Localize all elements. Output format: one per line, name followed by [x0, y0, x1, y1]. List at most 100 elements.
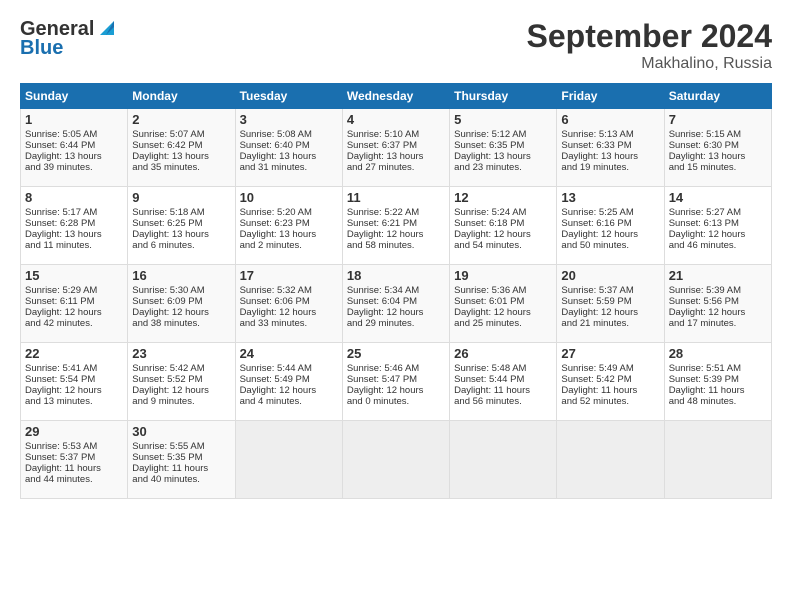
day-info: and 58 minutes. [347, 240, 445, 251]
day-info: Sunset: 5:42 PM [561, 374, 659, 385]
week-row-5: 29 Sunrise: 5:53 AMSunset: 5:37 PM Dayligh… [21, 421, 772, 499]
day-info: and 54 minutes. [454, 240, 552, 251]
day-number: 29 [25, 424, 123, 439]
day-info: and 38 minutes. [132, 318, 230, 329]
day-info: and 15 minutes. [669, 162, 767, 173]
day-info: Sunrise: 5:53 AM [25, 441, 123, 452]
calendar-cell: 7Sunrise: 5:15 AMSunset: 6:30 PMDaylight… [664, 109, 771, 187]
calendar-cell: 22Sunrise: 5:41 AMSunset: 5:54 PMDayligh… [21, 343, 128, 421]
day-number: 9 [132, 190, 230, 205]
day-info: and 2 minutes. [240, 240, 338, 251]
day-info: Daylight: 13 hours [561, 151, 659, 162]
day-info: and 44 minutes. [25, 474, 123, 485]
day-number: 24 [240, 346, 338, 361]
calendar-cell: 15Sunrise: 5:29 AMSunset: 6:11 PMDayligh… [21, 265, 128, 343]
day-info: Sunset: 6:23 PM [240, 218, 338, 229]
calendar-cell: 27Sunrise: 5:49 AMSunset: 5:42 PMDayligh… [557, 343, 664, 421]
day-info: Sunrise: 5:08 AM [240, 129, 338, 140]
month-title: September 2024 [527, 18, 772, 55]
day-info: Sunset: 5:52 PM [132, 374, 230, 385]
logo-blue: Blue [20, 37, 63, 60]
day-info: Daylight: 12 hours [347, 229, 445, 240]
day-info: Sunset: 6:42 PM [132, 140, 230, 151]
day-info: Sunrise: 5:41 AM [25, 363, 123, 374]
day-info: Sunrise: 5:27 AM [669, 207, 767, 218]
day-info: Sunrise: 5:49 AM [561, 363, 659, 374]
day-info: Sunrise: 5:17 AM [25, 207, 123, 218]
day-info: Sunrise: 5:07 AM [132, 129, 230, 140]
header: General Blue September 2024 Makhalino, R… [20, 18, 772, 73]
calendar-cell [557, 421, 664, 499]
day-info: Sunrise: 5:18 AM [132, 207, 230, 218]
calendar-cell: 11Sunrise: 5:22 AMSunset: 6:21 PMDayligh… [342, 187, 449, 265]
day-info: Sunset: 6:44 PM [25, 140, 123, 151]
day-info: Sunrise: 5:39 AM [669, 285, 767, 296]
day-info: Sunset: 6:33 PM [561, 140, 659, 151]
day-number: 12 [454, 190, 552, 205]
calendar-cell: 3Sunrise: 5:08 AMSunset: 6:40 PMDaylight… [235, 109, 342, 187]
day-number: 30 [132, 424, 230, 439]
day-info: Sunset: 6:09 PM [132, 296, 230, 307]
day-info: Sunset: 5:54 PM [25, 374, 123, 385]
day-info: Daylight: 11 hours [561, 385, 659, 396]
day-number: 10 [240, 190, 338, 205]
calendar-cell: 12Sunrise: 5:24 AMSunset: 6:18 PMDayligh… [450, 187, 557, 265]
day-info: Sunrise: 5:30 AM [132, 285, 230, 296]
day-info: Daylight: 11 hours [132, 463, 230, 474]
day-info: and 4 minutes. [240, 396, 338, 407]
calendar-cell: 25Sunrise: 5:46 AMSunset: 5:47 PMDayligh… [342, 343, 449, 421]
day-info: and 21 minutes. [561, 318, 659, 329]
day-info: Sunrise: 5:15 AM [669, 129, 767, 140]
col-header-thursday: Thursday [450, 84, 557, 109]
day-info: and 50 minutes. [561, 240, 659, 251]
day-info: Daylight: 12 hours [25, 385, 123, 396]
day-info: Sunrise: 5:34 AM [347, 285, 445, 296]
calendar-cell: 23Sunrise: 5:42 AMSunset: 5:52 PMDayligh… [128, 343, 235, 421]
day-info: Sunrise: 5:10 AM [347, 129, 445, 140]
col-header-monday: Monday [128, 84, 235, 109]
day-number: 21 [669, 268, 767, 283]
calendar-cell: 5Sunrise: 5:12 AMSunset: 6:35 PMDaylight… [450, 109, 557, 187]
day-number: 4 [347, 112, 445, 127]
day-info: and 48 minutes. [669, 396, 767, 407]
day-info: Sunset: 6:25 PM [132, 218, 230, 229]
day-info: Sunset: 6:37 PM [347, 140, 445, 151]
day-info: Sunset: 5:37 PM [25, 452, 123, 463]
calendar-cell: 19Sunrise: 5:36 AMSunset: 6:01 PMDayligh… [450, 265, 557, 343]
day-info: Daylight: 13 hours [25, 151, 123, 162]
day-info: Sunrise: 5:29 AM [25, 285, 123, 296]
day-info: Sunrise: 5:25 AM [561, 207, 659, 218]
day-info: Sunset: 6:13 PM [669, 218, 767, 229]
day-info: Sunset: 6:01 PM [454, 296, 552, 307]
day-info: Sunset: 6:28 PM [25, 218, 123, 229]
day-info: and 52 minutes. [561, 396, 659, 407]
logo-arrow-icon [96, 17, 118, 39]
calendar-cell: 24Sunrise: 5:44 AMSunset: 5:49 PMDayligh… [235, 343, 342, 421]
calendar-cell: 20Sunrise: 5:37 AMSunset: 5:59 PMDayligh… [557, 265, 664, 343]
calendar-cell: 30Sunrise: 5:55 AMSunset: 5:35 PMDayligh… [128, 421, 235, 499]
day-info: Sunrise: 5:05 AM [25, 129, 123, 140]
day-info: Sunset: 6:04 PM [347, 296, 445, 307]
day-number: 11 [347, 190, 445, 205]
week-row-3: 15Sunrise: 5:29 AMSunset: 6:11 PMDayligh… [21, 265, 772, 343]
day-info: Daylight: 13 hours [240, 229, 338, 240]
day-info: and 17 minutes. [669, 318, 767, 329]
day-info: Sunrise: 5:46 AM [347, 363, 445, 374]
day-info: and 39 minutes. [25, 162, 123, 173]
calendar-cell: 6Sunrise: 5:13 AMSunset: 6:33 PMDaylight… [557, 109, 664, 187]
day-info: Sunset: 6:16 PM [561, 218, 659, 229]
day-number: 3 [240, 112, 338, 127]
day-info: and 42 minutes. [25, 318, 123, 329]
day-info: Daylight: 12 hours [561, 307, 659, 318]
calendar-table: SundayMondayTuesdayWednesdayThursdayFrid… [20, 83, 772, 499]
day-info: Sunrise: 5:37 AM [561, 285, 659, 296]
calendar-cell [450, 421, 557, 499]
day-number: 14 [669, 190, 767, 205]
calendar-cell: 4Sunrise: 5:10 AMSunset: 6:37 PMDaylight… [342, 109, 449, 187]
day-info: and 25 minutes. [454, 318, 552, 329]
calendar-cell: 29Sunrise: 5:53 AMSunset: 5:37 PMDayligh… [21, 421, 128, 499]
day-info: Sunrise: 5:55 AM [132, 441, 230, 452]
day-info: and 13 minutes. [25, 396, 123, 407]
day-info: Daylight: 13 hours [132, 151, 230, 162]
day-info: Sunrise: 5:13 AM [561, 129, 659, 140]
